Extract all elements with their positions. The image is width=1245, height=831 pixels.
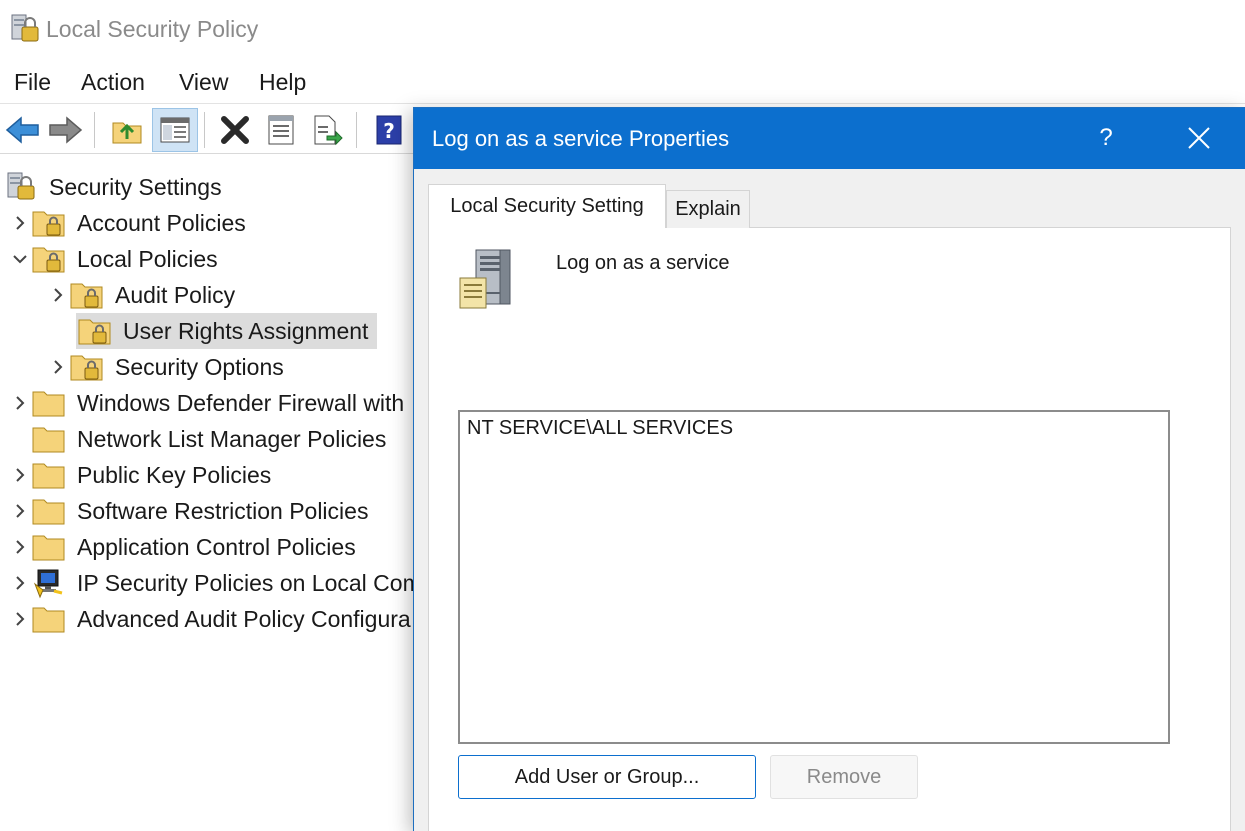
tree-item-network-list-manager[interactable]: Network List Manager Policies [32,421,389,457]
tree-item-local-policies[interactable]: Local Policies [8,241,221,277]
ip-security-icon [32,566,66,600]
show-hide-console-tree-icon[interactable] [152,108,198,152]
folder-icon [32,386,66,420]
locked-folder-icon [70,350,104,384]
menu-action[interactable]: Action [78,69,148,96]
close-icon [1188,127,1210,149]
tree-item-label: Windows Defender Firewall with [77,389,405,416]
chevron-down-icon[interactable] [8,241,32,277]
window-titlebar: Local Security Policy [0,0,1245,62]
chevron-right-icon[interactable] [46,277,70,313]
tree-item-security-options[interactable]: Security Options [46,349,287,385]
tree-item-label: User Rights Assignment [123,317,369,344]
tree-item-windows-defender-firewall[interactable]: Windows Defender Firewall with [8,385,407,421]
tree-item-label: Audit Policy [115,281,236,308]
delete-icon[interactable] [212,108,258,152]
tree-item-public-key-policies[interactable]: Public Key Policies [8,457,274,493]
tree-item-application-control[interactable]: Application Control Policies [8,529,359,565]
security-settings-icon [4,170,38,204]
menu-bar: File Action View Help [0,62,1245,104]
server-policy-icon [456,246,520,312]
toolbar-separator [94,112,95,148]
svg-text:?: ? [383,119,395,143]
chevron-right-icon[interactable] [8,493,32,529]
locked-folder-icon [32,206,66,240]
toolbar-separator [204,112,205,148]
tree-item-label: IP Security Policies on Local Com [77,569,422,596]
tab-explain[interactable]: Explain [666,190,750,228]
member-item[interactable]: NT SERVICE\ALL SERVICES [467,417,733,440]
export-list-icon[interactable] [304,108,350,152]
chevron-right-icon[interactable] [8,529,32,565]
chevron-right-icon[interactable] [46,349,70,385]
security-policy-app-icon [10,13,40,45]
members-listbox[interactable]: NT SERVICE\ALL SERVICES [458,410,1170,744]
dialog-close-button[interactable] [1174,116,1224,160]
tree-item-label: Security Settings [49,173,222,200]
chevron-right-icon[interactable] [8,385,32,421]
dialog-title: Log on as a service Properties [432,126,730,151]
tree-item-security-settings[interactable]: Security Settings [4,169,225,205]
dialog-titlebar[interactable]: Log on as a service Properties ? [414,108,1245,169]
menu-file[interactable]: File [11,69,54,96]
tree-item-label: Advanced Audit Policy Configura [77,605,411,632]
toolbar-separator [356,112,357,148]
folder-icon [32,458,66,492]
tree-item-label: Software Restriction Policies [77,497,369,524]
tree-item-label: Application Control Policies [77,533,356,560]
tree-item-software-restriction[interactable]: Software Restriction Policies [8,493,371,529]
forward-arrow-icon[interactable] [42,108,88,152]
locked-folder-icon [32,242,66,276]
chevron-right-icon[interactable] [8,601,32,637]
window-title: Local Security Policy [46,16,259,42]
help-icon[interactable]: ? [366,108,412,152]
remove-button[interactable]: Remove [770,755,918,799]
chevron-right-icon[interactable] [8,205,32,241]
dialog-help-button[interactable]: ? [1084,116,1128,160]
tree-item-user-rights-assignment[interactable]: User Rights Assignment [76,313,378,349]
tree-item-label: Network List Manager Policies [77,425,387,452]
folder-icon [32,494,66,528]
tree-item-audit-policy[interactable]: Audit Policy [46,277,238,313]
tab-local-security-setting[interactable]: Local Security Setting [428,184,666,228]
menu-help[interactable]: Help [256,69,309,96]
back-arrow-icon[interactable] [0,108,46,152]
properties-icon[interactable] [258,108,304,152]
chevron-right-icon[interactable] [8,565,32,601]
tree-item-ip-security[interactable]: IP Security Policies on Local Com [8,565,425,601]
folder-icon [32,602,66,636]
locked-folder-icon [70,278,104,312]
properties-dialog: Log on as a service Properties ? Local S… [413,107,1245,831]
policy-name: Log on as a service [556,252,730,274]
selection-highlight: User Rights Assignment [76,313,378,349]
menu-view[interactable]: View [176,69,231,96]
tree-item-advanced-audit[interactable]: Advanced Audit Policy Configura [8,601,414,637]
tree-item-label: Security Options [115,353,284,380]
locked-folder-icon [78,314,112,348]
chevron-right-icon[interactable] [8,457,32,493]
add-user-or-group-button[interactable]: Add User or Group... [458,755,756,799]
folder-icon [32,530,66,564]
folder-icon [32,422,66,456]
up-folder-icon[interactable] [104,108,150,152]
tree-item-account-policies[interactable]: Account Policies [8,205,249,241]
tree-item-label: Account Policies [77,209,246,236]
tree-item-label: Local Policies [77,245,218,272]
tree-item-label: Public Key Policies [77,461,272,488]
